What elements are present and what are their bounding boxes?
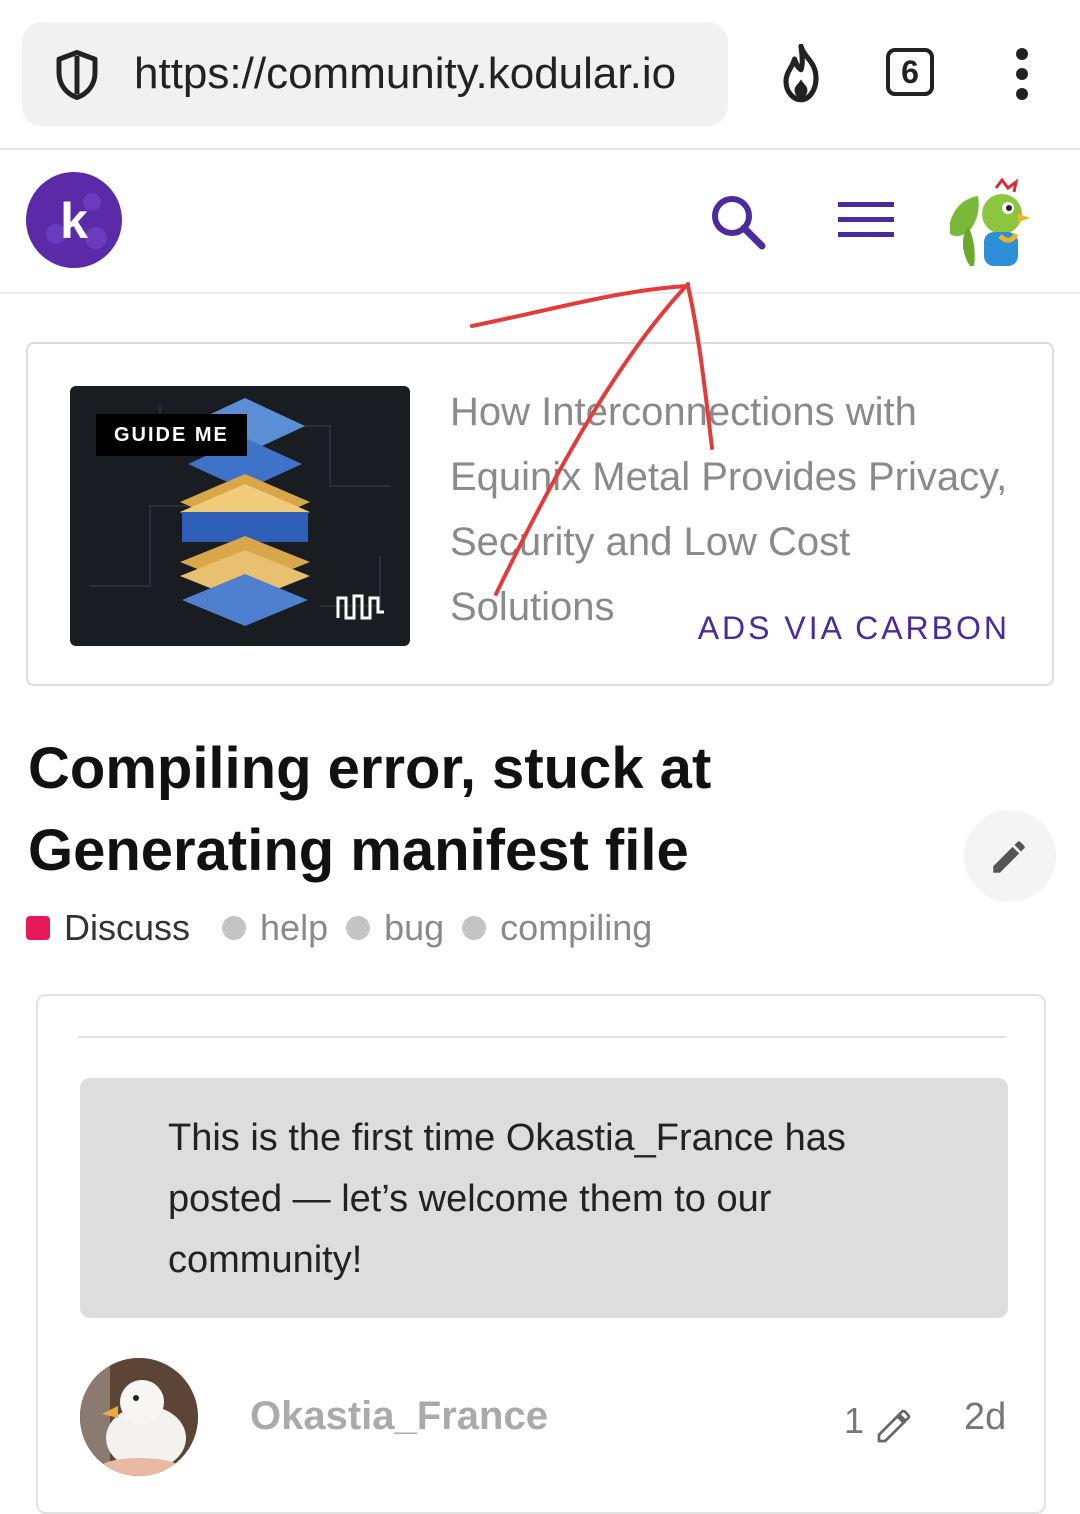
logo-letter: k: [60, 193, 88, 249]
topic-tags-row: Discuss help bug compiling: [26, 904, 670, 952]
equinix-logo-mark: [336, 594, 384, 620]
edit-topic-button[interactable]: [964, 810, 1056, 902]
category-color-swatch: [26, 916, 50, 940]
search-icon[interactable]: [706, 190, 770, 254]
tag-help[interactable]: help: [222, 907, 328, 949]
tag-bug[interactable]: bug: [346, 907, 444, 949]
tag-dot: [222, 916, 247, 940]
site-header: k: [0, 150, 1080, 294]
url-text[interactable]: https://community.kodular.io: [134, 46, 720, 102]
first-post-notice: This is the first time Okastia_France ha…: [80, 1078, 1008, 1318]
category-label: Discuss: [64, 907, 191, 948]
tab-count: 6: [901, 54, 919, 90]
tag-compiling[interactable]: compiling: [462, 907, 652, 949]
address-bar[interactable]: https://community.kodular.io: [22, 22, 728, 126]
user-avatar[interactable]: [944, 178, 1040, 266]
post-age[interactable]: 2d: [964, 1396, 1006, 1439]
shield-icon[interactable]: [50, 48, 104, 102]
edit-count[interactable]: 1: [844, 1400, 864, 1442]
ad-image-tag: GUIDE ME: [96, 414, 247, 456]
tag-label: bug: [384, 907, 445, 948]
kodular-logo[interactable]: k: [26, 172, 122, 268]
carbon-ad[interactable]: GUIDE ME How Interconnections with Equin…: [26, 342, 1054, 686]
divider: [78, 1036, 1006, 1038]
post-author-username[interactable]: Okastia_France: [250, 1394, 548, 1439]
ad-image[interactable]: GUIDE ME: [70, 386, 410, 646]
flame-icon[interactable]: [774, 44, 828, 104]
tag-label: help: [260, 907, 329, 948]
ad-text[interactable]: How Interconnections with Equinix Metal …: [450, 380, 1010, 640]
tag-dot: [462, 916, 487, 940]
pencil-icon[interactable]: [874, 1406, 914, 1446]
duck-avatar-image: [80, 1358, 198, 1476]
category-badge[interactable]: Discuss: [26, 907, 190, 949]
pencil-icon: [993, 841, 1025, 873]
browser-toolbar: https://community.kodular.io 6: [0, 0, 1080, 150]
post-author-avatar[interactable]: [80, 1358, 198, 1476]
hamburger-menu-icon[interactable]: [838, 198, 894, 242]
tag-label: compiling: [500, 907, 653, 948]
first-post-notice-text: This is the first time Okastia_France ha…: [168, 1117, 846, 1281]
topic-title: Compiling error, stuck at Generating man…: [28, 736, 712, 883]
tabs-counter-button[interactable]: 6: [886, 48, 934, 96]
more-vert-icon[interactable]: [1006, 46, 1038, 102]
ads-via-carbon-link[interactable]: ADS VIA CARBON: [698, 608, 1010, 648]
tag-dot: [346, 916, 371, 940]
post-card: This is the first time Okastia_France ha…: [36, 994, 1046, 1514]
